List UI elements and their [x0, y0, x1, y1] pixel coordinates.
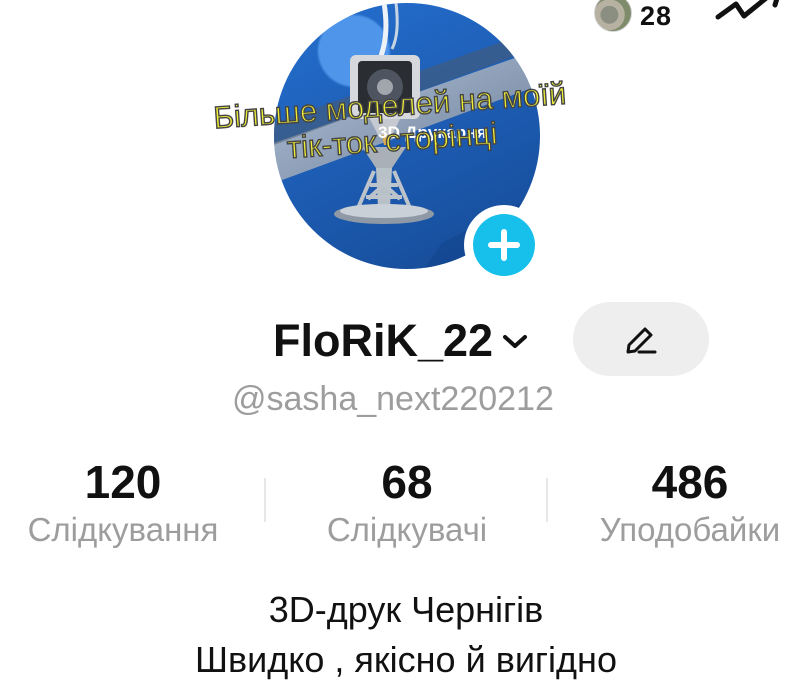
add-story-button-fill[interactable] [473, 214, 535, 276]
notification-count[interactable]: 28 [640, 1, 672, 32]
bio-line-2: Швидко , якісно й вигідно [195, 639, 617, 680]
add-story-button[interactable] [464, 205, 544, 285]
stat-likes[interactable]: 486 Уподобайки [580, 455, 800, 551]
pencil-icon [626, 327, 657, 354]
stat-following-label[interactable]: Слідкування [8, 509, 238, 551]
profile-handle: @sasha_next220212 [232, 380, 554, 418]
plus-icon [488, 229, 520, 261]
avatar-overlay-caption: Більше моделей на моїй тік-ток сторінці [173, 73, 609, 173]
stat-followers-value[interactable]: 68 [300, 455, 514, 509]
stats-divider-1 [264, 478, 266, 522]
edit-profile-button[interactable] [573, 302, 709, 376]
profile-bio: 3D-друк Чернігів Швидко , якісно й вигід… [0, 585, 812, 685]
top-right-controls: 28 [594, 0, 784, 36]
username-row[interactable]: FloRiK_22 [273, 313, 529, 369]
bio-line-1: 3D-друк Чернігів [268, 589, 544, 630]
stat-likes-label[interactable]: Уподобайки [580, 509, 800, 551]
stat-following-value[interactable]: 120 [8, 455, 238, 509]
friend-avatar[interactable] [594, 0, 632, 32]
stat-followers-label[interactable]: Слідкувачі [300, 509, 514, 551]
trend-arrow-icon[interactable] [712, 0, 784, 32]
username[interactable]: FloRiK_22 [273, 315, 493, 367]
profile-page: 28 3D Друкарня Більше моделей на моїй ті… [0, 0, 812, 700]
chevron-down-icon[interactable] [501, 330, 529, 352]
stat-followers[interactable]: 68 Слідкувачі [300, 455, 514, 551]
stats-divider-2 [546, 478, 548, 522]
stat-likes-value[interactable]: 486 [580, 455, 800, 509]
stat-following[interactable]: 120 Слідкування [8, 455, 238, 551]
profile-stats: 120 Слідкування 68 Слідкувачі 486 Уподоб… [0, 455, 812, 555]
